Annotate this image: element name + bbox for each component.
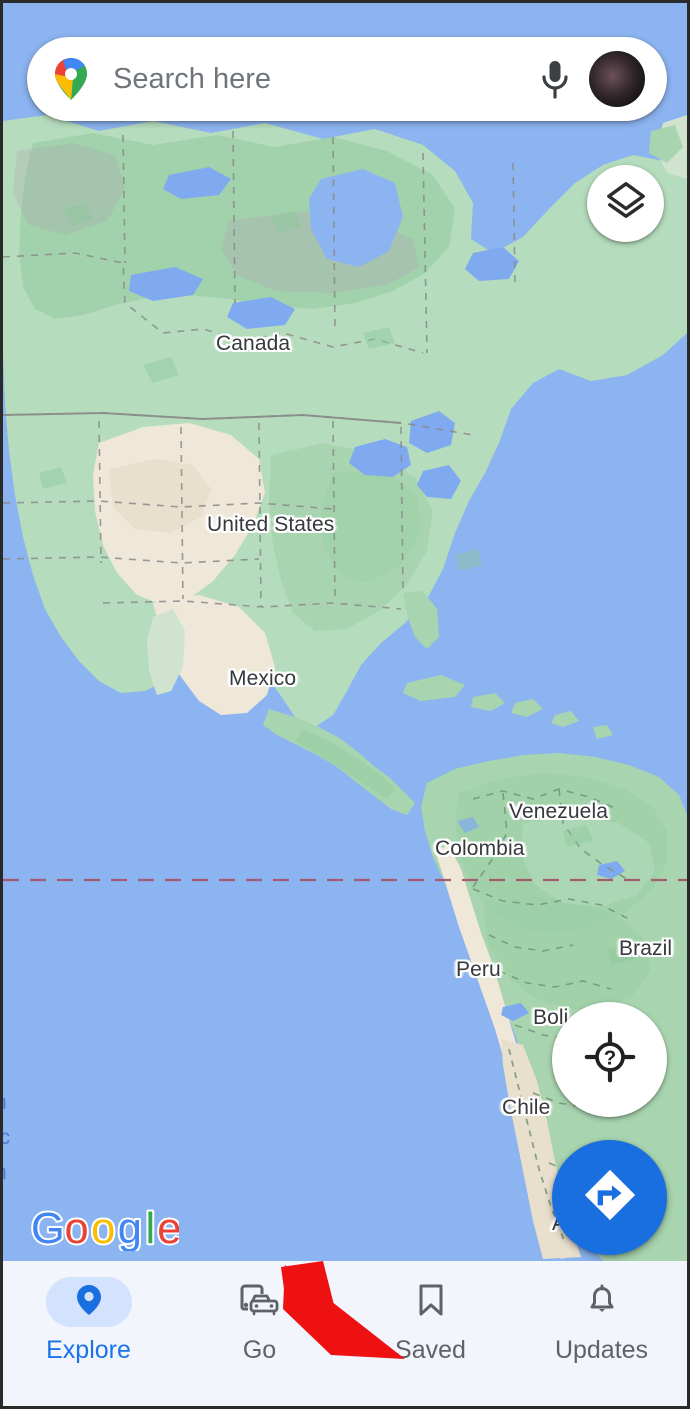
nav-tab-saved[interactable]: Saved <box>345 1277 516 1365</box>
search-input[interactable] <box>105 62 521 96</box>
google-maps-app: Canada United States Mexico Venezuela Co… <box>0 0 690 1409</box>
layers-icon <box>605 180 647 227</box>
nav-tab-go[interactable]: Go <box>174 1277 345 1365</box>
my-location-button[interactable]: ? <box>552 1002 667 1117</box>
explore-icon-pill <box>45 1277 132 1327</box>
updates-icon-pill <box>559 1277 645 1327</box>
go-icon-pill <box>217 1277 303 1327</box>
bottom-navigation: Explore Go Saved Updates <box>3 1261 687 1406</box>
nav-label-saved: Saved <box>395 1336 466 1364</box>
location-pin-icon <box>74 1283 104 1322</box>
google-maps-pin-icon <box>51 56 91 102</box>
saved-icon-pill <box>388 1277 474 1327</box>
nav-tab-explore[interactable]: Explore <box>3 1277 174 1365</box>
microphone-icon[interactable] <box>535 57 575 101</box>
bell-icon <box>586 1283 618 1322</box>
svg-text:?: ? <box>603 1047 615 1069</box>
bookmark-icon <box>417 1283 445 1322</box>
transit-car-icon <box>238 1283 282 1322</box>
crosshair-question-icon: ? <box>584 1031 636 1088</box>
directions-arrow-icon <box>581 1166 639 1229</box>
search-bar[interactable] <box>27 37 667 121</box>
nav-label-updates: Updates <box>554 1336 649 1364</box>
account-avatar[interactable] <box>589 51 645 107</box>
nav-tab-updates[interactable]: Updates <box>516 1277 687 1365</box>
layers-button[interactable] <box>587 165 664 242</box>
nav-label-go: Go <box>242 1336 277 1364</box>
nav-label-explore: Explore <box>46 1336 131 1364</box>
directions-button[interactable] <box>552 1140 667 1255</box>
